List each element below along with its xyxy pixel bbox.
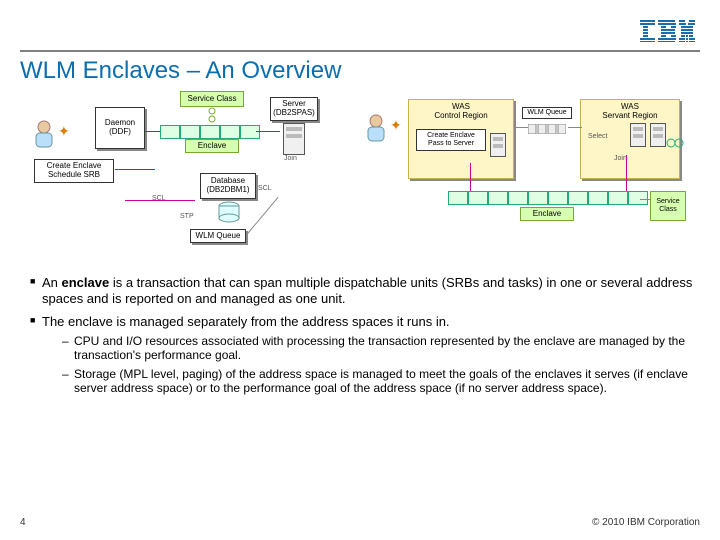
select-label: Select: [588, 133, 607, 140]
overview-diagram: ✦ Daemon(DDF) Create EnclaveSchedule SRB…: [30, 95, 690, 265]
arrow-line: [115, 169, 155, 170]
bullet-item: The enclave is managed separately from t…: [30, 314, 700, 396]
wlm-queue-box: WLM Queue: [190, 229, 246, 243]
service-class-box-r: Service Class: [650, 191, 686, 221]
arrow-line: [125, 200, 195, 201]
arrow-line: [640, 199, 650, 200]
queue-icon: [528, 121, 566, 139]
arrow-line: [470, 163, 471, 191]
bold-text: enclave: [62, 275, 110, 290]
enclave-box-r: Enclave: [520, 207, 574, 221]
text: An: [42, 275, 62, 290]
enclave-box: Enclave: [185, 139, 239, 153]
arrow-line: [256, 131, 280, 132]
spark-icon: ✦: [58, 123, 70, 140]
daemon-box: Daemon(DDF): [95, 107, 145, 149]
join-label-r: Join: [614, 155, 627, 162]
arrow-line: [145, 131, 160, 132]
stp-label: STP: [180, 213, 194, 220]
enclave-segments: [160, 125, 260, 139]
scl-label-2: SCL: [258, 185, 272, 192]
server-icon: [283, 123, 305, 155]
wlm-queue-box-r: WLM Queue: [522, 107, 572, 119]
db-icon: [218, 201, 240, 228]
arrow-line: [568, 127, 582, 128]
arrow-line: [626, 155, 627, 191]
bullet-list: An enclave is a transaction that can spa…: [30, 275, 700, 395]
header-rule: [20, 50, 700, 52]
bullet-item: An enclave is a transaction that can spa…: [30, 275, 700, 308]
server-icon: [490, 133, 506, 157]
server-box: Server(DB2SPAS): [270, 97, 318, 121]
text: The enclave is managed separately from t…: [42, 314, 450, 329]
service-class-box: Service Class: [180, 91, 244, 107]
database-box: Database(DB2DBM1): [200, 173, 256, 199]
sub-bullet-list: CPU and I/O resources associated with pr…: [62, 334, 700, 396]
server-icon: [650, 123, 666, 147]
connector-icon: [666, 135, 684, 153]
sub-bullet-item: Storage (MPL level, paging) of the addre…: [62, 367, 700, 396]
page-number: 4: [20, 517, 26, 528]
user-icon: [30, 119, 58, 149]
create-pass-box: Create EnclavePass to Server: [416, 129, 486, 151]
arrow-line: [514, 127, 528, 128]
join-label: Join: [284, 155, 297, 162]
spark-icon: ✦: [390, 117, 402, 134]
user-icon: [362, 113, 390, 143]
arrow-line: [246, 197, 279, 236]
enclave-segments-r: [448, 191, 648, 205]
create-enclave-box: Create EnclaveSchedule SRB: [34, 159, 114, 183]
ibm-logo: [640, 20, 695, 42]
server-icon: [630, 123, 646, 147]
sub-bullet-item: CPU and I/O resources associated with pr…: [62, 334, 700, 363]
copyright: © 2010 IBM Corporation: [592, 517, 700, 528]
page-title: WLM Enclaves – An Overview: [20, 57, 700, 85]
text: is a transaction that can span multiple …: [42, 275, 692, 306]
